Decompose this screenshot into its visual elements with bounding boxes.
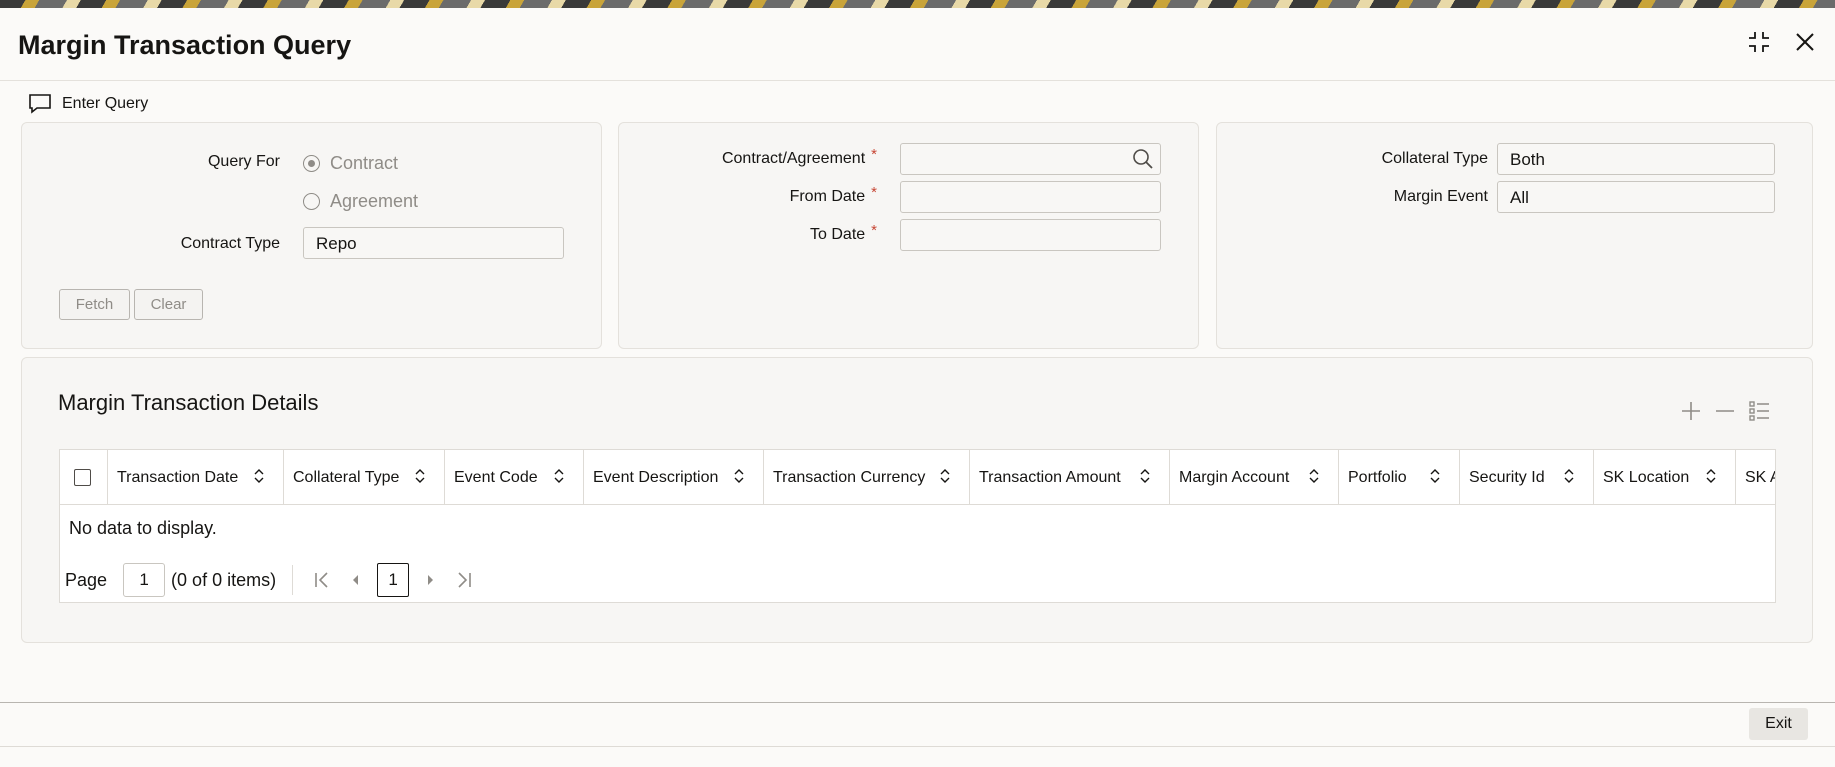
query-for-label: Query For xyxy=(207,153,280,170)
column-label: Margin Account xyxy=(1179,468,1290,486)
search-icon[interactable] xyxy=(1132,148,1154,170)
margin-event-field[interactable]: All xyxy=(1497,181,1775,213)
page-number-input[interactable]: 1 xyxy=(123,563,166,597)
add-row-icon[interactable] xyxy=(1680,400,1702,422)
window-controls xyxy=(1747,30,1817,54)
from-date-field[interactable] xyxy=(900,181,1161,213)
previous-page-icon[interactable] xyxy=(345,569,367,591)
column-label: SK A xyxy=(1745,468,1775,486)
column-portfolio[interactable]: Portfolio xyxy=(1339,450,1460,505)
column-margin-account[interactable]: Margin Account xyxy=(1170,450,1339,505)
column-sk-location[interactable]: SK Location xyxy=(1594,450,1736,505)
sort-icon[interactable] xyxy=(1139,467,1151,485)
contract-agreement-label-text: Contract/Agreement xyxy=(721,150,866,167)
sort-icon[interactable] xyxy=(733,467,745,485)
radio-agreement-button[interactable] xyxy=(303,193,320,210)
table-pager: Page 1 (0 of 0 items) 1 xyxy=(65,562,481,598)
column-label: Portfolio xyxy=(1348,468,1407,486)
select-all-checkbox[interactable] xyxy=(74,469,91,486)
column-event-description[interactable]: Event Description xyxy=(584,450,764,505)
radio-agreement-label: Agreement xyxy=(330,191,419,211)
radio-contract-label: Contract xyxy=(330,153,399,173)
column-security-id[interactable]: Security Id xyxy=(1460,450,1594,505)
contract-agreement-field[interactable] xyxy=(900,143,1161,175)
items-count: (0 of 0 items) xyxy=(171,569,277,590)
contract-type-field[interactable]: Repo xyxy=(303,227,564,259)
required-mark: * xyxy=(871,184,877,201)
column-label: SK Location xyxy=(1603,468,1690,486)
query-for-panel: Query For Contract Agreement Contract Ty… xyxy=(21,122,602,349)
chat-icon xyxy=(29,94,51,114)
sort-icon[interactable] xyxy=(1429,467,1441,485)
enter-query-label: Enter Query xyxy=(62,95,149,112)
from-date-label: From Date * xyxy=(789,184,877,206)
column-transaction-date[interactable]: Transaction Date xyxy=(108,450,284,505)
to-date-label: To Date * xyxy=(810,222,877,244)
margin-event-label: Margin Event xyxy=(1393,188,1488,205)
pager-divider xyxy=(292,565,294,595)
column-label: Security Id xyxy=(1469,468,1545,486)
sort-icon[interactable] xyxy=(939,467,951,485)
collateral-type-label: Collateral Type xyxy=(1381,150,1488,167)
sort-icon[interactable] xyxy=(414,467,426,485)
table-header: Transaction Date Collateral Type Event C… xyxy=(60,450,1775,505)
delete-row-icon[interactable] xyxy=(1714,400,1736,422)
select-all-column xyxy=(60,450,108,505)
contract-type-label: Contract Type xyxy=(180,235,280,252)
sort-icon[interactable] xyxy=(1308,467,1320,485)
margin-transaction-query-window: Margin Transaction Query Enter Query Que… xyxy=(0,8,1835,767)
to-date-field[interactable] xyxy=(900,219,1161,251)
column-sk-account[interactable]: SK A xyxy=(1736,450,1775,505)
exit-button[interactable]: Exit xyxy=(1749,708,1808,740)
required-mark: * xyxy=(871,222,877,239)
required-mark: * xyxy=(871,146,877,163)
sort-icon[interactable] xyxy=(553,467,565,485)
radio-agreement[interactable]: Agreement xyxy=(303,191,418,212)
collateral-type-field[interactable]: Both xyxy=(1497,143,1775,175)
column-label: Collateral Type xyxy=(293,468,400,486)
decorative-header-stripe xyxy=(0,0,1835,8)
empty-table-message: No data to display. xyxy=(69,518,217,538)
radio-contract[interactable]: Contract xyxy=(303,153,398,174)
fetch-button[interactable]: Fetch xyxy=(59,289,130,320)
next-page-icon[interactable] xyxy=(419,569,441,591)
column-transaction-currency[interactable]: Transaction Currency xyxy=(764,450,970,505)
last-page-icon[interactable] xyxy=(453,569,475,591)
from-date-label-text: From Date xyxy=(789,188,866,205)
footer-bottom-line xyxy=(0,746,1835,747)
radio-contract-button[interactable] xyxy=(303,155,320,172)
sort-icon[interactable] xyxy=(1705,467,1717,485)
first-page-icon[interactable] xyxy=(311,569,333,591)
current-page-button[interactable]: 1 xyxy=(377,563,410,597)
title-divider xyxy=(0,80,1835,81)
column-collateral-type[interactable]: Collateral Type xyxy=(284,450,445,505)
contract-agreement-label: Contract/Agreement * xyxy=(721,146,877,168)
to-date-label-text: To Date xyxy=(810,226,866,243)
sort-icon[interactable] xyxy=(1563,467,1575,485)
footer-divider xyxy=(0,702,1835,703)
details-title: Margin Transaction Details xyxy=(58,390,319,415)
page-label: Page xyxy=(65,569,108,590)
margin-transaction-table: Transaction Date Collateral Type Event C… xyxy=(59,449,1776,603)
column-label: Transaction Amount xyxy=(979,468,1121,486)
column-event-code[interactable]: Event Code xyxy=(445,450,584,505)
column-label: Event Code xyxy=(454,468,538,486)
sort-icon[interactable] xyxy=(253,467,265,485)
date-range-panel: Contract/Agreement * From Date * To Date * xyxy=(618,122,1199,349)
clear-button[interactable]: Clear xyxy=(134,289,203,320)
column-transaction-amount[interactable]: Transaction Amount xyxy=(970,450,1170,505)
list-view-icon[interactable] xyxy=(1748,400,1770,422)
enter-query-button[interactable]: Enter Query xyxy=(28,93,148,115)
table-toolbar xyxy=(1680,400,1770,422)
column-label: Transaction Currency xyxy=(773,468,926,486)
column-label: Event Description xyxy=(593,468,719,486)
column-label: Transaction Date xyxy=(117,468,239,486)
collateral-panel: Collateral Type Both Margin Event All xyxy=(1216,122,1813,349)
minimize-icon[interactable] xyxy=(1747,30,1771,54)
close-icon[interactable] xyxy=(1793,30,1817,54)
page-title: Margin Transaction Query xyxy=(18,30,352,60)
